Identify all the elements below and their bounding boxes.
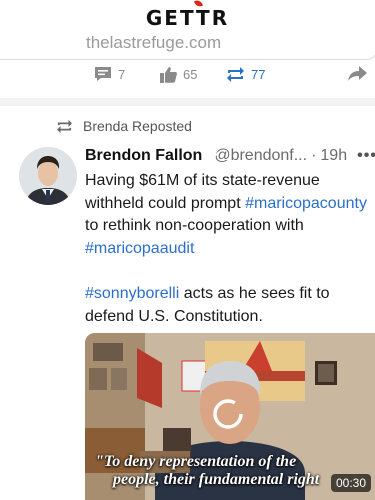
repost-icon — [227, 67, 244, 82]
repost-button[interactable]: 77 — [226, 66, 265, 83]
like-count: 65 — [183, 67, 198, 82]
caption-line-1: "To deny representation of the — [95, 453, 297, 470]
gettr-logo[interactable]: GETTR — [0, 6, 375, 30]
like-button[interactable]: 65 — [160, 66, 197, 83]
repost-indicator[interactable]: Brenda Reposted — [56, 118, 192, 134]
meta-separator: · — [311, 147, 317, 164]
comment-icon — [95, 67, 111, 81]
comment-button[interactable]: 7 — [94, 66, 125, 82]
post-divider — [0, 98, 375, 106]
post-text-segment: to rethink non-cooperation with — [85, 217, 304, 234]
app-header: GETTR — [0, 0, 375, 36]
author-name[interactable]: Brendon Fallon — [85, 147, 202, 165]
logo-text: GETTR — [145, 6, 230, 30]
hashtag-maricopaaudit[interactable]: #maricopaaudit — [85, 240, 194, 257]
previous-post-action-bar: 7 65 77 — [0, 62, 375, 90]
comment-count: 7 — [118, 66, 126, 82]
share-button[interactable] — [348, 66, 367, 81]
post-paragraph-1: Having $61M of its state-revenue withhel… — [85, 170, 375, 260]
video-player[interactable]: "To deny representation of the people, t… — [85, 333, 375, 500]
hashtag-sonnyborelli[interactable]: #sonnyborelli — [85, 285, 179, 302]
hashtag-maricopacounty[interactable]: #maricopacounty — [245, 195, 367, 212]
author-handle[interactable]: @brendonf... — [214, 147, 307, 165]
repost-count: 77 — [251, 67, 266, 82]
thumbs-up-icon — [160, 67, 177, 83]
post-body: Having $61M of its state-revenue withhel… — [85, 170, 375, 328]
replay-icon — [213, 399, 243, 429]
repost-icon — [57, 119, 72, 133]
author-avatar[interactable] — [19, 147, 77, 205]
video-duration: 00:30 — [330, 474, 371, 492]
post-author-row: Brendon Fallon @brendonf... · 19h ••• — [85, 145, 375, 167]
repost-label: Brenda Reposted — [83, 118, 192, 134]
post-timestamp: 19h — [320, 147, 348, 164]
share-arrow-icon — [348, 66, 367, 81]
link-domain: thelastrefuge.com — [86, 33, 222, 52]
post-paragraph-2: #sonnyborelli acts as he sees fit to def… — [85, 283, 375, 328]
more-options-icon[interactable]: ••• — [357, 147, 375, 165]
